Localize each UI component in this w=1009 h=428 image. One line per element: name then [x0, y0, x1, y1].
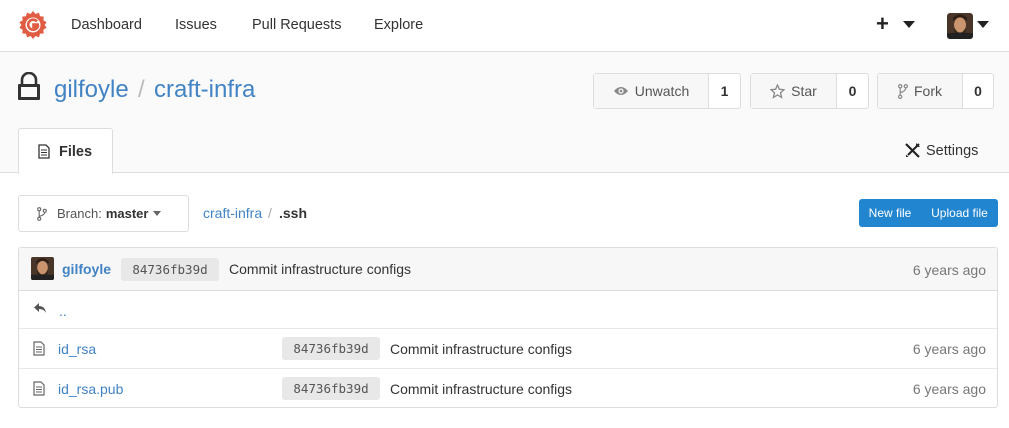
tools-icon — [905, 143, 920, 158]
commit-author-link[interactable]: gilfoyle — [62, 261, 111, 277]
upload-file-button[interactable]: Upload file — [921, 199, 998, 227]
file-commit-message[interactable]: Commit infrastructure configs — [390, 341, 572, 357]
commit-author-avatar[interactable] — [31, 257, 54, 280]
tab-files-label: Files — [59, 143, 93, 160]
repo-header: gilfoyle / craft-infra Unwatch 1 Star 0 — [0, 52, 1009, 174]
fork-button-group: Fork 0 — [877, 73, 994, 109]
branch-icon — [37, 206, 47, 221]
file-table: gilfoyle 84736fb39d Commit infrastructur… — [18, 247, 998, 408]
file-row: id_rsa 84736fb39d Commit infrastructure … — [19, 329, 997, 369]
star-button-group: Star 0 — [750, 73, 869, 109]
eye-icon — [613, 87, 628, 95]
tab-settings-label: Settings — [926, 142, 979, 159]
lock-icon — [18, 72, 40, 100]
unwatch-label: Unwatch — [634, 83, 690, 99]
latest-commit-row: gilfoyle 84736fb39d Commit infrastructur… — [19, 248, 997, 291]
breadcrumb-current-dir: .ssh — [279, 205, 308, 221]
commit-age: 6 years ago — [912, 262, 986, 278]
parent-dir-row[interactable]: .. — [19, 291, 997, 329]
branch-value: master — [105, 206, 149, 221]
breadcrumb-repo-link[interactable]: craft-infra — [203, 205, 262, 221]
file-row: id_rsa.pub 84736fb39d Commit infrastruct… — [19, 369, 997, 409]
star-button[interactable]: Star — [751, 74, 837, 108]
parent-dir-link[interactable]: .. — [59, 303, 67, 319]
file-commit-age: 6 years ago — [912, 381, 986, 397]
nav-issues[interactable]: Issues — [175, 17, 217, 33]
repo-owner-link[interactable]: gilfoyle — [54, 76, 129, 104]
file-text-icon — [33, 341, 45, 356]
create-new-caret-icon[interactable] — [903, 21, 915, 28]
reply-arrow-icon — [34, 303, 46, 313]
fork-icon — [898, 83, 908, 99]
new-file-button[interactable]: New file — [859, 199, 921, 227]
fork-label: Fork — [914, 83, 942, 99]
star-label: Star — [791, 83, 817, 99]
nav-dashboard[interactable]: Dashboard — [71, 17, 142, 33]
star-count[interactable]: 0 — [837, 74, 868, 108]
branch-label: Branch: — [57, 206, 102, 221]
tab-files[interactable]: Files — [18, 128, 113, 174]
nav-pull-requests[interactable]: Pull Requests — [252, 17, 341, 33]
watch-count[interactable]: 1 — [709, 74, 740, 108]
file-commit-age: 6 years ago — [912, 341, 986, 357]
fork-button[interactable]: Fork — [878, 74, 963, 108]
star-icon — [770, 83, 786, 99]
branch-caret-icon — [153, 211, 162, 216]
file-name-link[interactable]: id_rsa — [58, 341, 96, 357]
tab-settings[interactable]: Settings — [904, 142, 978, 159]
commit-sha-label[interactable]: 84736fb39d — [121, 258, 219, 281]
create-new-plus-icon[interactable]: + — [876, 13, 889, 35]
file-commit-sha[interactable]: 84736fb39d — [282, 337, 380, 360]
file-name-link[interactable]: id_rsa.pub — [58, 381, 123, 397]
fork-count[interactable]: 0 — [963, 74, 993, 108]
repo-name-link[interactable]: craft-infra — [154, 76, 255, 104]
commit-message[interactable]: Commit infrastructure configs — [229, 261, 411, 277]
file-commit-sha[interactable]: 84736fb39d — [282, 377, 380, 400]
watch-button-group: Unwatch 1 — [593, 73, 741, 109]
unwatch-button[interactable]: Unwatch — [594, 74, 709, 108]
repo-path-separator: / — [138, 76, 145, 103]
file-action-buttons: New file Upload file — [859, 199, 998, 227]
file-text-icon — [38, 144, 50, 159]
breadcrumb-separator: / — [268, 205, 272, 221]
branch-selector[interactable]: Branch: master — [18, 195, 189, 232]
file-commit-message[interactable]: Commit infrastructure configs — [390, 381, 572, 397]
gitea-logo-icon[interactable] — [18, 10, 48, 40]
file-text-icon — [33, 381, 45, 396]
user-avatar[interactable] — [947, 13, 973, 39]
nav-explore[interactable]: Explore — [374, 17, 423, 33]
top-navbar: Dashboard Issues Pull Requests Explore + — [0, 0, 1009, 52]
user-menu-caret-icon[interactable] — [977, 21, 989, 28]
